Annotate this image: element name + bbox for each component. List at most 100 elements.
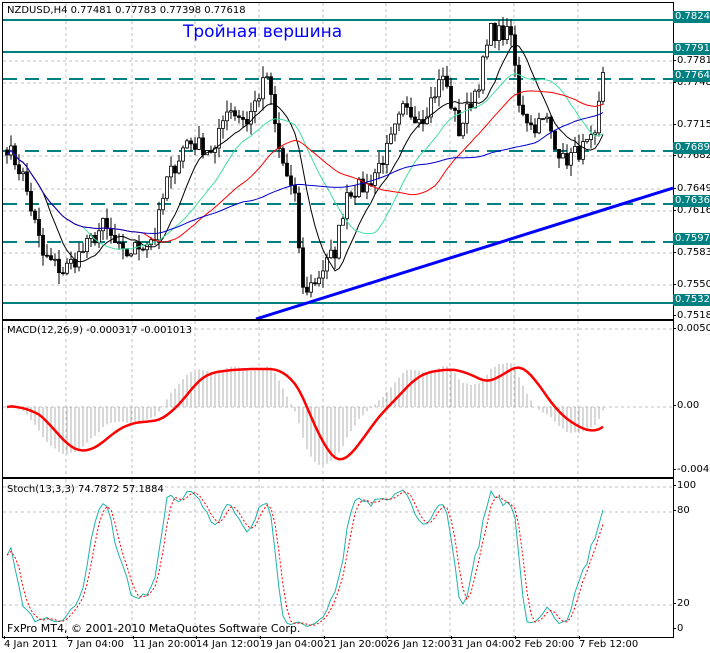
candle <box>125 248 129 257</box>
price-level-tag: 0.77911 <box>673 43 710 55</box>
candle <box>61 272 65 275</box>
candle <box>57 258 61 274</box>
candle <box>381 162 385 165</box>
price-pane[interactable]: NZDUSD,H4 0.77481 0.77783 0.77398 0.7761… <box>2 2 674 320</box>
candle <box>309 282 313 293</box>
candle <box>37 219 41 236</box>
time-tick: 7 Feb 12:00 <box>579 636 639 650</box>
price-level-tag: 0.78246 <box>673 11 710 23</box>
candle <box>341 218 345 226</box>
chart-window: NZDUSD,H4 0.77481 0.77783 0.77398 0.7761… <box>0 0 710 653</box>
candle <box>121 242 125 250</box>
time-tick: 2 Feb 20:00 <box>515 636 575 650</box>
candle <box>493 23 497 42</box>
candle <box>553 130 557 150</box>
candle <box>589 134 593 140</box>
candle <box>173 165 177 174</box>
candle <box>521 104 525 115</box>
candle <box>601 72 605 102</box>
macd-pane[interactable]: MACD(12,26,9) -0.000317 -0.001013 <box>2 320 674 478</box>
candle <box>573 146 577 154</box>
candle <box>565 153 569 166</box>
candle <box>385 143 389 165</box>
candle <box>185 140 189 149</box>
candle <box>525 113 529 124</box>
stoch-tick: 80 <box>673 505 690 516</box>
candle <box>281 148 285 164</box>
stochastic-pane[interactable]: Stoch(13,3,3) 74.7872 57.1884 FxPro MT4,… <box>2 478 674 638</box>
candle <box>353 195 357 198</box>
candle <box>269 76 273 95</box>
time-tick: 7 Jan 04:00 <box>67 636 124 650</box>
candle <box>409 106 413 118</box>
time-tick: 19 Jan 04:00 <box>260 636 324 650</box>
price-tick: 0.75180 <box>672 310 710 321</box>
candle <box>21 171 25 175</box>
candle <box>333 249 337 259</box>
candle <box>517 64 521 106</box>
pattern-annotation: Тройная вершина <box>183 22 343 42</box>
candle <box>345 192 349 220</box>
candle <box>233 110 237 117</box>
stoch-tick: 0 <box>672 623 684 634</box>
candle <box>321 270 325 279</box>
candle <box>593 132 597 136</box>
candle <box>145 244 149 251</box>
candle <box>405 103 409 108</box>
stoch-tick: 20 <box>673 598 690 609</box>
candle <box>585 139 589 143</box>
candle <box>337 224 341 259</box>
candle <box>41 235 45 256</box>
candle <box>189 140 193 145</box>
candle <box>481 56 485 91</box>
macd-tick: -0.004086 <box>672 464 710 475</box>
price-tick: 0.75500 <box>672 279 710 290</box>
candle <box>413 116 417 124</box>
candle <box>509 26 513 36</box>
candle <box>169 165 173 178</box>
candle <box>513 34 517 66</box>
candle <box>433 96 437 99</box>
candle <box>277 123 281 149</box>
time-tick: 31 Jan 04:00 <box>451 636 515 650</box>
time-tick: 26 Jan 12:00 <box>387 636 451 650</box>
candle <box>561 153 565 159</box>
candle <box>453 107 457 111</box>
price-tick: 0.77150 <box>672 119 710 130</box>
candle <box>289 175 293 186</box>
candle <box>181 147 185 162</box>
price-level-tag: 0.77641 <box>673 70 710 82</box>
candle <box>29 191 33 212</box>
stoch-tick: 100 <box>672 480 697 491</box>
candle <box>293 184 297 194</box>
candle <box>141 248 145 251</box>
macd-tick: 0.005004 <box>673 323 710 334</box>
candle <box>241 117 245 120</box>
candle <box>329 249 333 259</box>
candle <box>505 26 509 41</box>
candle <box>69 259 73 264</box>
candle <box>193 143 197 150</box>
candle <box>261 77 265 100</box>
candle <box>437 79 441 98</box>
candle <box>101 217 105 232</box>
candle <box>533 124 537 134</box>
candle <box>53 258 57 261</box>
price-tick: 0.77810 <box>672 55 710 66</box>
candle <box>237 115 241 118</box>
candle <box>285 162 289 177</box>
candle <box>577 146 581 160</box>
candle <box>489 23 493 46</box>
candle <box>45 254 49 257</box>
candle <box>109 228 113 236</box>
price-level-tag: 0.76893 <box>673 142 710 154</box>
candle <box>25 171 29 192</box>
candle <box>221 120 225 129</box>
candle <box>77 251 81 268</box>
candle <box>557 149 561 159</box>
copyright: FxPro MT4, © 2001-2010 MetaQuotes Softwa… <box>7 622 301 635</box>
candle <box>365 183 369 193</box>
candle <box>137 242 141 250</box>
candle <box>537 118 541 134</box>
candle <box>477 89 481 92</box>
